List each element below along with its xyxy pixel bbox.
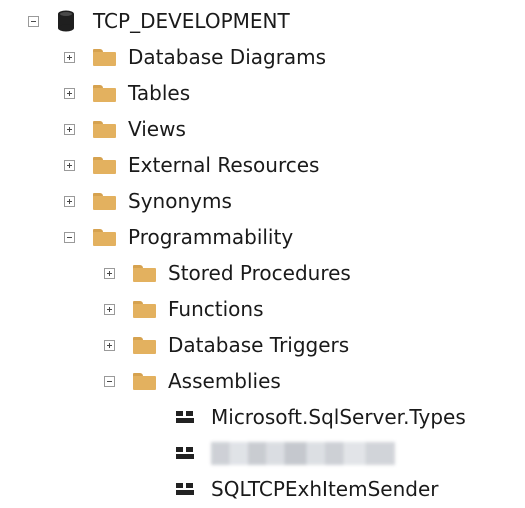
- tree-node-database-diagrams[interactable]: Database Diagrams: [64, 39, 326, 75]
- tree-node-label: Synonyms: [128, 189, 232, 213]
- tree-node-label: Views: [128, 117, 186, 141]
- tree-node-tables[interactable]: Tables: [64, 75, 190, 111]
- tree-node-assembly-sqltcpexhitemsender[interactable]: SQLTCPExhItemSender: [176, 471, 438, 507]
- folder-icon: [133, 264, 156, 282]
- expand-toggle-icon[interactable]: [104, 303, 115, 315]
- tree-node-stored-procedures[interactable]: Stored Procedures: [104, 255, 351, 291]
- folder-icon: [93, 156, 116, 174]
- expand-toggle-icon[interactable]: [64, 159, 75, 171]
- tree-node-label: Assemblies: [168, 369, 281, 393]
- assembly-icon: [176, 483, 194, 495]
- tree-node-assembly-microsoft-sqlserver-types[interactable]: Microsoft.SqlServer.Types: [176, 399, 466, 435]
- object-explorer-tree: TCP_DEVELOPMENT Database Diagrams Tables…: [0, 0, 525, 508]
- folder-icon: [93, 84, 116, 102]
- tree-node-external-resources[interactable]: External Resources: [64, 147, 319, 183]
- tree-node-label: External Resources: [128, 153, 320, 177]
- tree-node-label: Microsoft.SqlServer.Types: [211, 405, 466, 429]
- folder-icon: [133, 300, 156, 318]
- folder-icon: [133, 372, 156, 390]
- tree-node-label: Database Triggers: [168, 333, 350, 357]
- folder-icon: [93, 192, 116, 210]
- expand-toggle-icon[interactable]: [64, 195, 75, 207]
- collapse-toggle-icon[interactable]: [28, 15, 39, 27]
- expand-toggle-icon[interactable]: [64, 51, 75, 63]
- folder-icon: [93, 120, 116, 138]
- tree-node-database[interactable]: TCP_DEVELOPMENT: [28, 3, 290, 39]
- tree-node-database-triggers[interactable]: Database Triggers: [104, 327, 349, 363]
- assembly-icon: [176, 411, 194, 423]
- tree-node-functions[interactable]: Functions: [104, 291, 264, 327]
- folder-icon: [93, 48, 116, 66]
- tree-node-label: Database Diagrams: [128, 45, 327, 69]
- tree-node-label: Stored Procedures: [168, 261, 351, 285]
- tree-node-synonyms[interactable]: Synonyms: [64, 183, 232, 219]
- folder-icon: [133, 336, 156, 354]
- tree-node-assemblies[interactable]: Assemblies: [104, 363, 281, 399]
- collapse-toggle-icon[interactable]: [64, 231, 75, 243]
- collapse-toggle-icon[interactable]: [104, 375, 115, 387]
- expand-toggle-icon[interactable]: [104, 267, 115, 279]
- tree-node-programmability[interactable]: Programmability: [64, 219, 293, 255]
- tree-node-label: Programmability: [128, 225, 294, 249]
- redacted-label: [211, 441, 395, 465]
- expand-toggle-icon[interactable]: [64, 87, 75, 99]
- tree-node-label: TCP_DEVELOPMENT: [93, 9, 290, 33]
- expand-toggle-icon[interactable]: [104, 339, 115, 351]
- tree-node-label: SQLTCPExhItemSender: [211, 477, 439, 501]
- database-icon: [57, 10, 75, 32]
- tree-node-views[interactable]: Views: [64, 111, 186, 147]
- expand-toggle-icon[interactable]: [64, 123, 75, 135]
- tree-node-label: Functions: [168, 297, 264, 321]
- tree-node-label: Tables: [128, 81, 191, 105]
- folder-icon: [93, 228, 116, 246]
- tree-node-assembly-redacted[interactable]: [176, 435, 395, 471]
- assembly-icon: [176, 447, 194, 459]
